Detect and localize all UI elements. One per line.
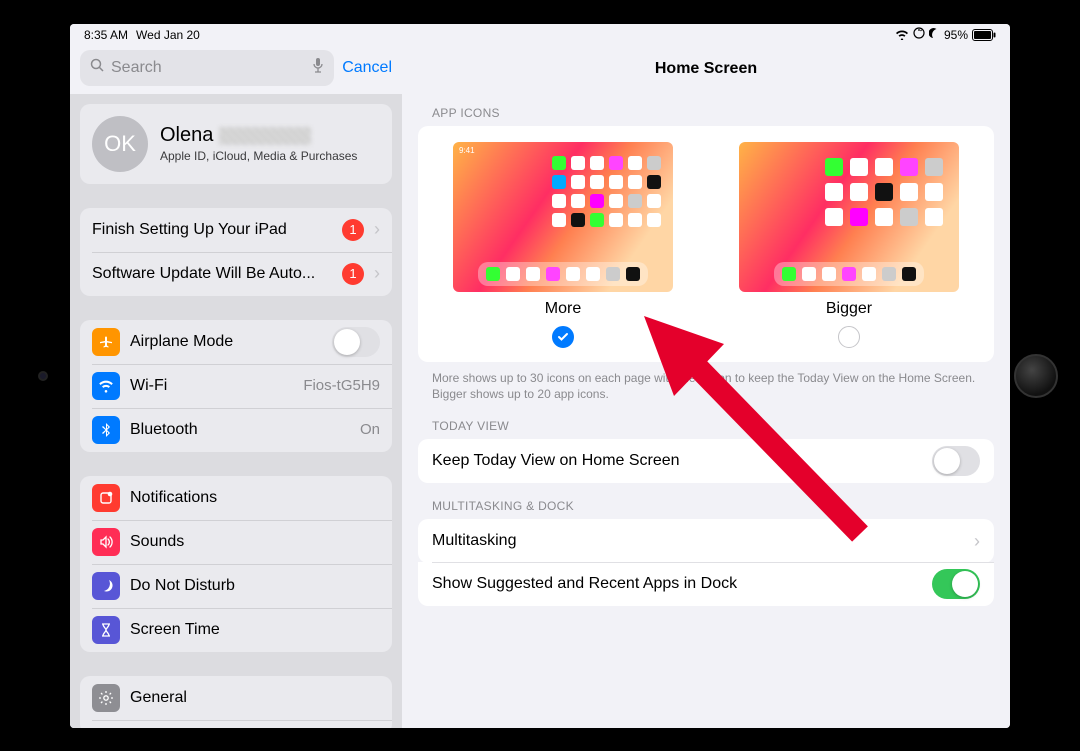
bluetooth-value: On	[360, 421, 380, 438]
today-view-label: Keep Today View on Home Screen	[432, 452, 932, 470]
bigger-label: Bigger	[826, 300, 872, 318]
partial-row	[80, 720, 392, 728]
notifications-row[interactable]: Notifications	[80, 476, 392, 520]
badge-icon: 1	[342, 219, 364, 241]
settings-sidebar: Search Cancel OK Olena Apple ID, i	[70, 46, 402, 728]
profile-card[interactable]: OK Olena Apple ID, iCloud, Media & Purch…	[80, 104, 392, 184]
today-view-toggle[interactable]	[932, 446, 980, 476]
badge-icon: 1	[342, 263, 364, 285]
screentime-label: Screen Time	[130, 621, 380, 639]
profile-subtitle: Apple ID, iCloud, Media & Purchases	[160, 149, 357, 163]
general-label: General	[130, 689, 380, 707]
ipad-frame: 8:35 AM Wed Jan 20 95%	[0, 0, 1080, 751]
today-view-header: TODAY VIEW	[432, 419, 994, 433]
airplane-mode-row[interactable]: Airplane Mode	[80, 320, 392, 364]
bluetooth-label: Bluetooth	[130, 421, 350, 439]
search-cancel[interactable]: Cancel	[342, 59, 392, 77]
moon-icon	[92, 572, 120, 600]
hourglass-icon	[92, 616, 120, 644]
preview-more: 9:41	[453, 142, 673, 292]
finish-setup-label: Finish Setting Up Your iPad	[92, 221, 332, 239]
general-row[interactable]: General	[80, 676, 392, 720]
app-icons-panel: 9:41 More	[418, 126, 994, 362]
chevron-right-icon: ›	[374, 219, 380, 240]
dnd-label: Do Not Disturb	[130, 577, 380, 595]
dictate-icon[interactable]	[312, 57, 324, 79]
orientation-lock-icon	[913, 27, 925, 42]
more-radio[interactable]	[552, 326, 574, 348]
suggested-apps-row[interactable]: Show Suggested and Recent Apps in Dock	[418, 562, 994, 606]
wifi-settings-icon	[92, 372, 120, 400]
search-icon	[90, 58, 105, 78]
sounds-label: Sounds	[130, 533, 380, 551]
front-camera	[38, 371, 48, 381]
airplane-toggle[interactable]	[332, 327, 380, 357]
suggested-apps-toggle[interactable]	[932, 569, 980, 599]
more-label: More	[545, 300, 581, 318]
chevron-right-icon: ›	[974, 531, 980, 552]
status-date: Wed Jan 20	[136, 28, 200, 42]
software-update-label: Software Update Will Be Auto...	[92, 265, 332, 283]
airplane-icon	[92, 328, 120, 356]
finish-setup-row[interactable]: Finish Setting Up Your iPad 1 ›	[80, 208, 392, 252]
icon-layout-bigger[interactable]: Bigger	[716, 142, 982, 348]
today-view-row[interactable]: Keep Today View on Home Screen	[418, 439, 994, 483]
screentime-row[interactable]: Screen Time	[80, 608, 392, 652]
wifi-value: Fios-tG5H9	[303, 377, 380, 394]
bluetooth-icon	[92, 416, 120, 444]
suggested-apps-label: Show Suggested and Recent Apps in Dock	[432, 575, 932, 593]
app-icons-header: APP ICONS	[432, 106, 994, 120]
wifi-row[interactable]: Wi-Fi Fios-tG5H9	[80, 364, 392, 408]
notifications-icon	[92, 484, 120, 512]
page-title: Home Screen	[402, 46, 1010, 90]
app-icons-note: More shows up to 30 icons on each page w…	[432, 370, 980, 404]
profile-name: Olena	[160, 124, 213, 147]
wifi-icon	[895, 29, 909, 40]
home-button[interactable]	[1014, 354, 1058, 398]
status-time: 8:35 AM	[84, 28, 128, 42]
dnd-status-icon	[929, 28, 940, 42]
sounds-row[interactable]: Sounds	[80, 520, 392, 564]
preview-bigger	[739, 142, 959, 292]
search-input[interactable]: Search	[80, 50, 334, 86]
battery-icon	[972, 29, 996, 41]
status-bar: 8:35 AM Wed Jan 20 95%	[70, 24, 1010, 46]
gear-icon	[92, 684, 120, 712]
multitasking-label: Multitasking	[432, 532, 974, 550]
airplane-label: Airplane Mode	[130, 333, 322, 351]
battery-percent: 95%	[944, 28, 968, 42]
sounds-icon	[92, 528, 120, 556]
multitasking-row[interactable]: Multitasking ›	[418, 519, 994, 563]
screen: 8:35 AM Wed Jan 20 95%	[70, 24, 1010, 728]
multitasking-header: MULTITASKING & DOCK	[432, 499, 994, 513]
profile-surname-redacted	[219, 127, 311, 145]
search-placeholder: Search	[111, 59, 162, 77]
bluetooth-row[interactable]: Bluetooth On	[80, 408, 392, 452]
avatar: OK	[92, 116, 148, 172]
software-update-row[interactable]: Software Update Will Be Auto... 1 ›	[80, 252, 392, 296]
icon-layout-more[interactable]: 9:41 More	[430, 142, 696, 348]
dnd-row[interactable]: Do Not Disturb	[80, 564, 392, 608]
bigger-radio[interactable]	[838, 326, 860, 348]
detail-pane: Home Screen APP ICONS 9:41	[402, 46, 1010, 728]
chevron-right-icon: ›	[374, 263, 380, 284]
wifi-label: Wi-Fi	[130, 377, 293, 395]
notifications-label: Notifications	[130, 489, 380, 507]
